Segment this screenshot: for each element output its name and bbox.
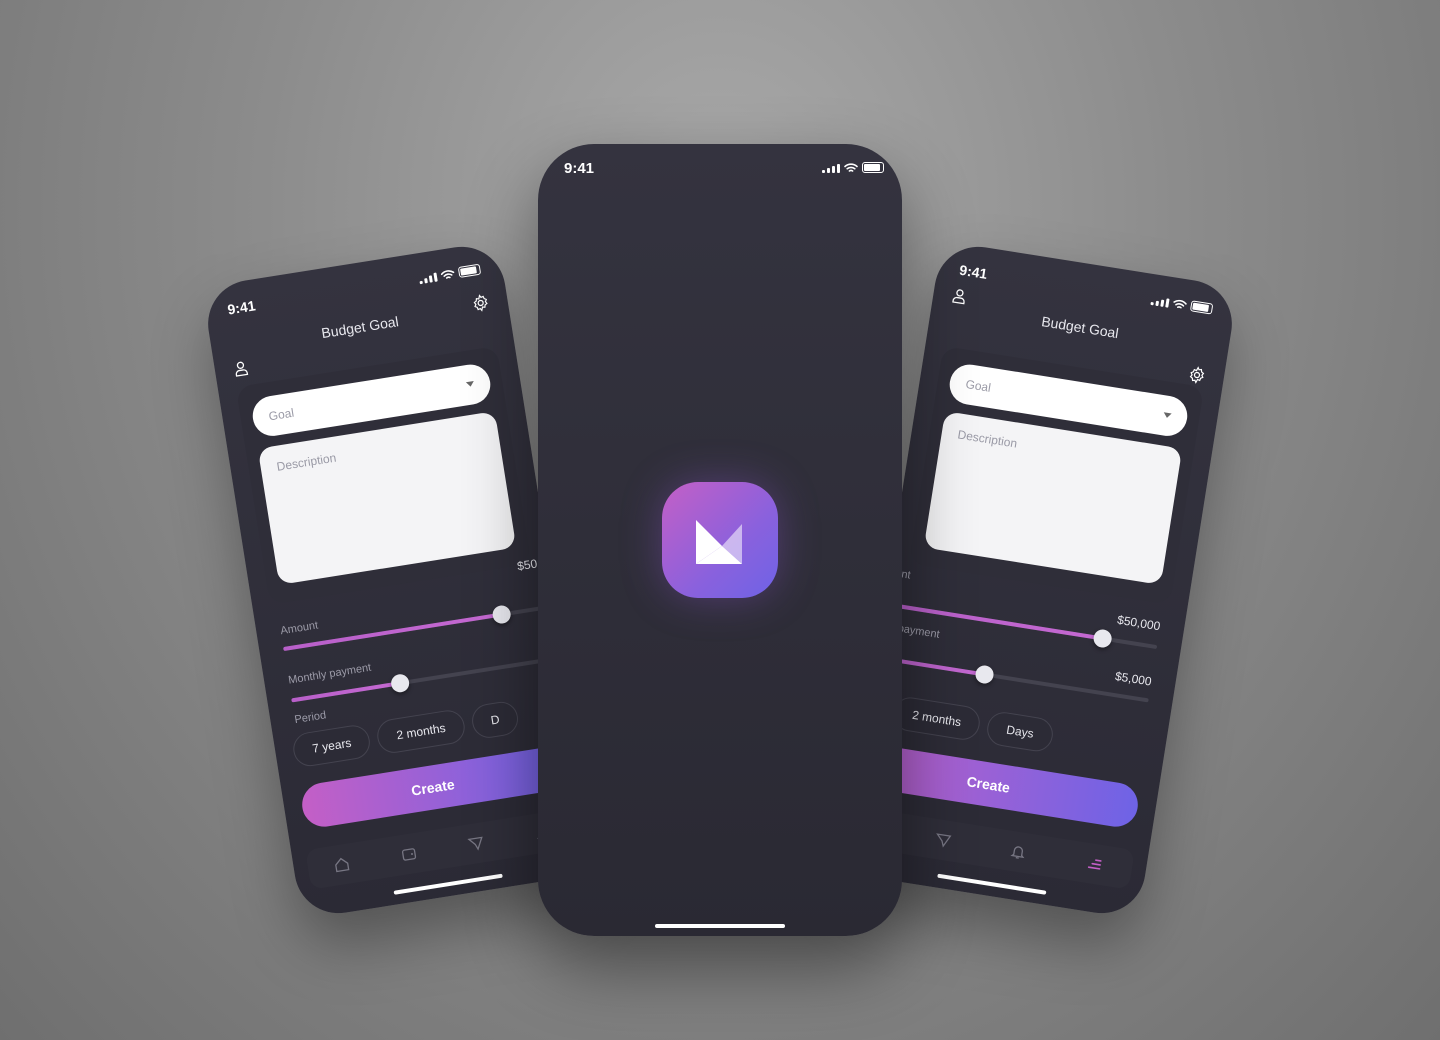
monthly-payment-value: $5,000 [1114,669,1153,689]
home-indicator [937,873,1047,895]
signal-icon [1150,295,1170,308]
amount-slider-handle[interactable] [491,604,512,625]
goal-card: Goal Description [235,346,532,605]
status-time: 9:41 [958,261,989,282]
monthly-payment-slider-handle[interactable] [390,672,411,694]
send-icon[interactable] [934,831,952,849]
status-bar: 9:41 [538,160,902,180]
wallet-icon[interactable] [400,845,418,863]
home-indicator [393,873,503,895]
description-placeholder: Description [956,427,1019,451]
period-days-stepper[interactable]: D [469,699,521,741]
chevron-down-icon [465,381,475,388]
goal-placeholder: Goal [964,377,992,395]
signal-icon [418,271,438,284]
goal-placeholder: Goal [267,405,295,424]
logo-mark-icon [696,520,742,564]
stats-icon[interactable] [1085,855,1103,873]
period-months-stepper[interactable]: 2 months [890,694,983,743]
description-placeholder: Description [275,450,338,474]
home-icon[interactable] [333,855,351,873]
wifi-icon [844,162,858,172]
description-field[interactable]: Description [923,411,1183,585]
monthly-payment-slider[interactable] [875,655,1149,703]
period-label: Period [293,709,327,727]
chevron-down-icon [1162,412,1172,419]
wifi-icon [440,269,455,279]
signal-icon [822,163,840,173]
amount-slider[interactable] [283,603,557,652]
goal-card: Goal Description [908,346,1205,605]
description-field[interactable]: Description [257,411,517,585]
status-time: 9:41 [564,160,595,177]
status-time: 9:41 [226,297,257,318]
monthly-payment-slider-fill [291,681,401,703]
monthly-payment-label: Monthly payment [287,661,373,687]
status-icons [1150,294,1214,315]
send-icon[interactable] [467,834,485,852]
battery-icon [862,162,884,173]
center-phone: 9:41 [538,144,902,936]
gear-icon[interactable] [1187,365,1208,386]
home-indicator [655,924,785,928]
period-months-stepper[interactable]: 2 months [375,707,467,756]
monthly-payment-slider-handle[interactable] [974,664,996,685]
battery-icon [457,263,482,278]
app-logo [662,482,778,598]
amount-label: Amount [279,619,319,638]
gear-icon[interactable] [470,293,491,314]
user-icon[interactable] [232,359,250,377]
user-icon[interactable] [950,287,968,305]
period-days-stepper[interactable]: Days [985,709,1055,754]
bell-icon[interactable] [1009,843,1027,861]
wifi-icon [1173,299,1187,309]
status-icons [418,263,482,285]
amount-slider-handle[interactable] [1092,628,1113,649]
amount-value: $50,000 [1116,612,1162,634]
battery-icon [1189,300,1214,315]
period-years-stepper[interactable]: 7 years [290,722,373,769]
amount-slider-fill [283,612,502,652]
status-icons [822,162,884,173]
